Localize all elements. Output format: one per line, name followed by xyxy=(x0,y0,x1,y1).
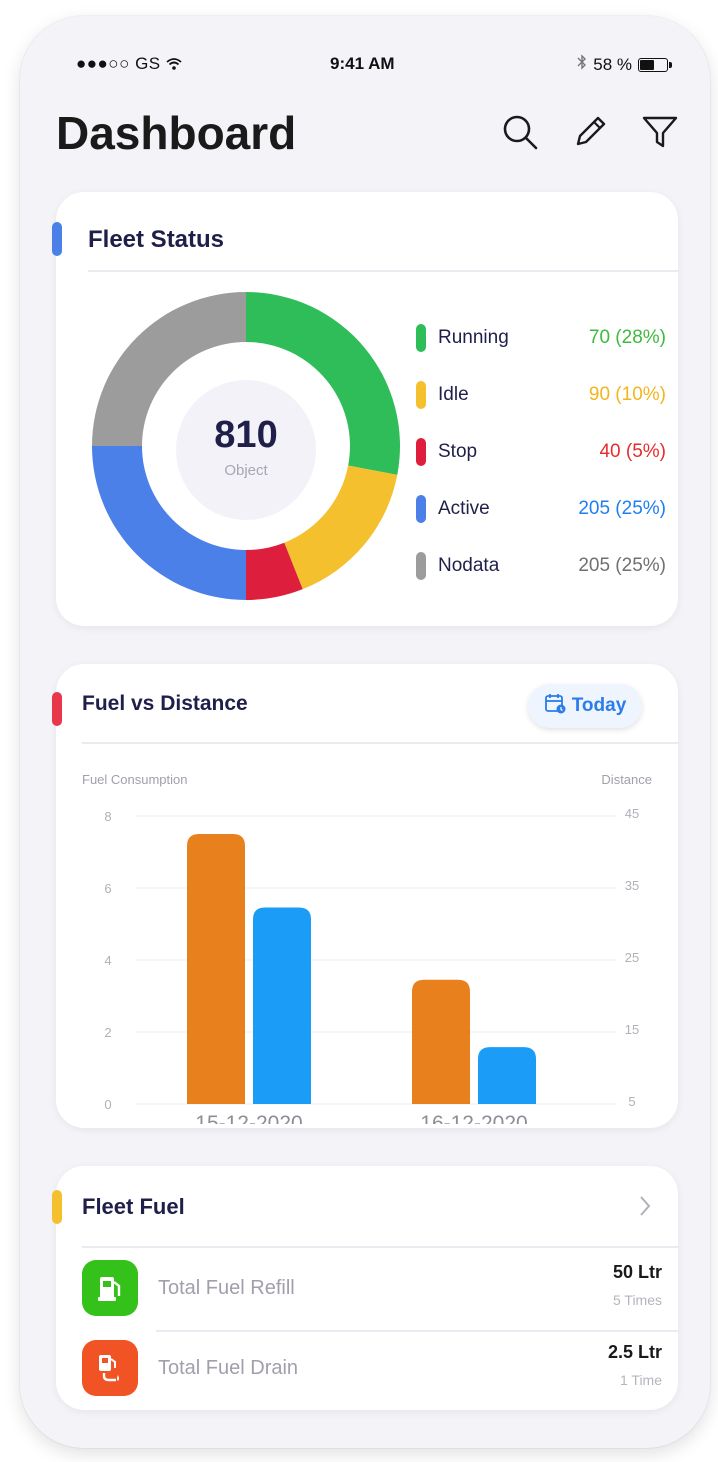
status-bar: ●●●○○ GS 9:41 AM 58 % xyxy=(20,54,710,84)
divider xyxy=(82,1246,678,1248)
edit-pencil-icon[interactable] xyxy=(570,112,610,152)
carrier-signal: ●●●○○ GS xyxy=(76,54,182,75)
today-button[interactable]: Today xyxy=(528,684,642,728)
legend-value: 70 (28%) xyxy=(588,327,666,348)
legend-swatch xyxy=(416,495,426,523)
fleet-fuel-card: Fleet Fuel Total Fuel Refill 50 Ltr 5 Ti… xyxy=(52,1166,678,1410)
legend-item-running[interactable]: Running 70 (28%) xyxy=(416,322,666,354)
x-tick-label: 15-12-2020 xyxy=(195,1112,302,1124)
y-tick-label: 4 xyxy=(104,953,111,968)
fuel-drain-icon xyxy=(82,1340,138,1396)
legend-label: Stop xyxy=(438,441,478,462)
fuel-refill-label: Total Fuel Refill xyxy=(158,1277,295,1299)
y2-tick-label: 35 xyxy=(625,878,639,893)
fuel-vs-distance-bar-chart: Fuel Consumption Distance 8 45 6 35 4 25 2 15 0 5 15… xyxy=(82,772,652,1124)
y-axis-label: Fuel Consumption xyxy=(82,772,188,787)
bar-distance-16-12-2020[interactable] xyxy=(478,1047,536,1104)
y-tick-label: 8 xyxy=(104,809,111,824)
total-count: 810 xyxy=(214,414,278,456)
legend-label: Nodata xyxy=(438,555,500,576)
legend-label: Running xyxy=(438,327,509,348)
x-tick-label: 16-12-2020 xyxy=(420,1112,527,1124)
bar-fuel-16-12-2020[interactable] xyxy=(412,979,470,1104)
fuel-vs-distance-card: Fuel vs Distance Today Fuel Consumption D… xyxy=(52,664,678,1128)
card-title: Fleet Status xyxy=(88,226,225,253)
card-title: Fleet Fuel xyxy=(82,1194,185,1219)
fuel-drain-row[interactable]: Total Fuel Drain 2.5 Ltr 1 Time xyxy=(82,1340,662,1400)
battery-percent: 58 % xyxy=(593,54,632,74)
legend-item-stop[interactable]: Stop 40 (5%) xyxy=(416,436,666,468)
divider xyxy=(156,1330,678,1332)
card-title: Fuel vs Distance xyxy=(82,692,248,715)
y2-tick-label: 25 xyxy=(625,950,639,965)
wifi-icon xyxy=(166,55,182,75)
filter-icon[interactable] xyxy=(640,112,680,152)
divider xyxy=(88,270,678,272)
fuel-drain-label: Total Fuel Drain xyxy=(158,1357,299,1379)
fuel-refill-value: 50 Ltr xyxy=(612,1262,662,1282)
fuel-refill-times: 5 Times xyxy=(612,1292,662,1308)
card-marker xyxy=(52,692,62,726)
card-marker xyxy=(52,222,62,256)
legend-value: 205 (25%) xyxy=(578,555,666,576)
y2-tick-label: 45 xyxy=(625,806,639,821)
phone-frame: ●●●○○ GS 9:41 AM 58 % Dashboard Fleet St… xyxy=(20,16,710,1448)
legend-swatch xyxy=(416,324,426,352)
legend-item-nodata[interactable]: Nodata 205 (25%) xyxy=(416,550,666,582)
legend-label: Active xyxy=(438,498,490,519)
legend-swatch xyxy=(416,381,426,409)
legend-label: Idle xyxy=(438,384,469,405)
legend-value: 90 (10%) xyxy=(588,384,666,405)
legend-swatch xyxy=(416,552,426,580)
y-tick-label: 6 xyxy=(104,881,111,896)
clock: 9:41 AM xyxy=(330,54,395,73)
fuel-pump-icon xyxy=(82,1260,138,1316)
fuel-drain-value: 2.5 Ltr xyxy=(607,1342,662,1362)
today-label: Today xyxy=(571,695,627,716)
y2-tick-label: 5 xyxy=(628,1094,635,1109)
battery-icon xyxy=(638,57,672,72)
card-marker xyxy=(52,1190,62,1224)
fuel-refill-row[interactable]: Total Fuel Refill 50 Ltr 5 Times xyxy=(82,1260,662,1320)
legend-value: 40 (5%) xyxy=(599,441,666,462)
total-label: Object xyxy=(224,462,268,479)
chevron-right-icon[interactable] xyxy=(638,1194,652,1223)
page-title: Dashboard xyxy=(56,107,297,159)
y2-tick-label: 15 xyxy=(625,1022,639,1037)
search-icon[interactable] xyxy=(500,112,540,152)
fleet-status-card: Fleet Status 810 Object Running 70 (28%) I… xyxy=(52,192,678,626)
bar-fuel-15-12-2020[interactable] xyxy=(187,834,245,1104)
bar-distance-15-12-2020[interactable] xyxy=(253,907,311,1104)
legend-value: 205 (25%) xyxy=(578,498,666,519)
legend-swatch xyxy=(416,438,426,466)
fuel-drain-times: 1 Time xyxy=(619,1372,662,1388)
y2-axis-label: Distance xyxy=(601,772,652,787)
y-tick-label: 0 xyxy=(104,1097,111,1112)
bluetooth-icon xyxy=(577,54,587,75)
divider xyxy=(82,742,678,744)
calendar-icon xyxy=(544,692,566,720)
legend-item-active[interactable]: Active 205 (25%) xyxy=(416,493,666,525)
legend-item-idle[interactable]: Idle 90 (10%) xyxy=(416,379,666,411)
y-tick-label: 2 xyxy=(104,1025,111,1040)
